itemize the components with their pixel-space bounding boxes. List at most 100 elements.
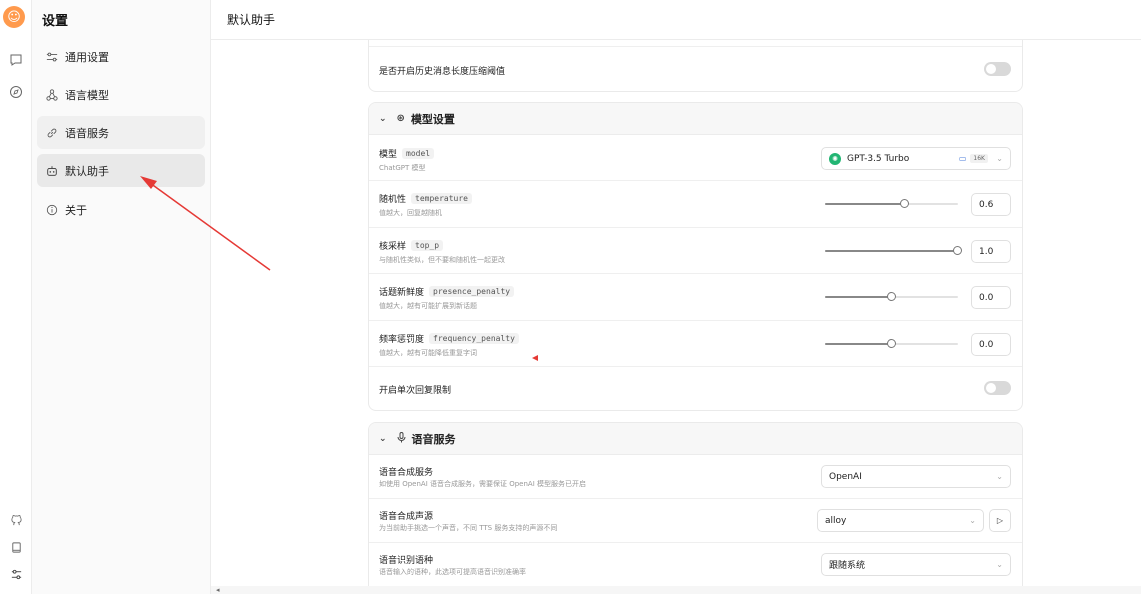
presence-penalty-input[interactable]: 0.0 — [971, 286, 1011, 309]
chevron-down-icon: ⌄ — [379, 433, 387, 444]
page-title: 默认助手 — [211, 0, 1141, 40]
sidebar-item-label: 语音服务 — [65, 126, 109, 140]
avatar-icon[interactable]: ☺ — [3, 6, 25, 28]
single-reply-limit-toggle[interactable] — [984, 381, 1011, 395]
frequency-penalty-slider[interactable] — [825, 339, 958, 348]
row-label: 核采样 — [379, 242, 407, 252]
section-title: 语音服务 — [411, 432, 456, 446]
sidebar-item-general[interactable]: 通用设置 — [37, 40, 205, 73]
model-settings-header[interactable]: ⌄ ⊛ 模型设置 — [369, 103, 1022, 135]
sliders-icon — [45, 50, 59, 64]
history-compress-row: 是否开启历史消息长度压缩阈值 — [369, 47, 1022, 91]
temperature-row: 随机性 temperature 值越大，回复越随机 0.6 — [369, 181, 1022, 228]
slider-thumb[interactable] — [887, 292, 896, 301]
model-select[interactable]: ✺ GPT-3.5 Turbo ▭ 16K ⌄ — [821, 147, 1011, 170]
param-code: model — [402, 148, 435, 159]
chevron-down-icon: ⌄ — [996, 472, 1003, 481]
slider-thumb[interactable] — [900, 199, 909, 208]
temperature-input[interactable]: 0.6 — [971, 193, 1011, 216]
row-desc: 值越大，越有可能降低重复字词 — [379, 349, 477, 357]
top-p-row: 核采样 top_p 与随机性类似，但不要和随机性一起更改 1.0 — [369, 228, 1022, 274]
sidebar-item-language-model[interactable]: 语言模型 — [37, 78, 205, 111]
select-value: OpenAI — [829, 471, 862, 482]
top-p-input[interactable]: 1.0 — [971, 240, 1011, 263]
sidebar-item-label: 关于 — [65, 203, 87, 217]
tts-voice-row: 语音合成声源 为当前助手挑选一个声音，不同 TTS 服务支持的声源不同 allo… — [369, 499, 1022, 543]
param-code: top_p — [411, 240, 444, 251]
frequency-penalty-input[interactable]: 0.0 — [971, 333, 1011, 356]
section-title: 模型设置 — [410, 112, 455, 126]
settings-content[interactable]: 是否开启历史消息长度压缩阈值 ⌄ ⊛ 模型设置 模型 model ChatGPT … — [211, 40, 1141, 586]
info-icon — [45, 203, 59, 217]
param-code: presence_penalty — [429, 286, 515, 297]
tts-service-row: 语音合成服务 如使用 OpenAI 语音合成服务，需要保证 OpenAI 模型服… — [369, 455, 1022, 499]
temperature-slider[interactable] — [825, 199, 958, 208]
sidebar-title: 设置 — [42, 14, 69, 29]
chevron-down-icon: ⌄ — [379, 113, 387, 124]
row-label: 语音合成服务 — [379, 468, 434, 478]
row-label: 语音识别语种 — [379, 556, 434, 566]
brain-icon: ⊛ — [396, 113, 405, 124]
sidebar-item-label: 默认助手 — [65, 164, 109, 178]
model-value: GPT-3.5 Turbo — [847, 153, 910, 164]
presence-penalty-slider[interactable] — [825, 292, 958, 301]
play-button[interactable]: ▷ — [989, 509, 1011, 532]
chat-icon[interactable] — [4, 48, 28, 72]
history-compress-toggle[interactable] — [984, 62, 1011, 76]
model-icon — [45, 88, 59, 102]
sidebar-item-default-assistant[interactable]: 默认助手 — [37, 154, 205, 187]
row-desc: ChatGPT 模型 — [379, 164, 426, 172]
row-label: 随机性 — [379, 195, 407, 205]
app-window: ☺ 设置 通用设置 语言模型 语音服务 默认助手 关于 默认助手 是否开启历史消… — [0, 0, 1141, 594]
row-desc: 与随机性类似，但不要和随机性一起更改 — [379, 256, 505, 264]
tts-service-select[interactable]: OpenAI ⌄ — [821, 465, 1011, 488]
model-settings-card: ⌄ ⊛ 模型设置 模型 model ChatGPT 模型 ✺ GPT-3.5 Tu… — [368, 102, 1023, 411]
history-compress-label: 是否开启历史消息长度压缩阈值 — [379, 67, 506, 77]
single-reply-limit-row: 开启单次回复限制 — [369, 367, 1022, 410]
scroll-left-icon[interactable]: ◂ — [216, 586, 220, 594]
row-desc: 如使用 OpenAI 语音合成服务，需要保证 OpenAI 模型服务已开启 — [379, 480, 586, 488]
chevron-down-icon: ⌄ — [996, 154, 1003, 163]
row-label: 开启单次回复限制 — [379, 386, 452, 396]
horizontal-scrollbar[interactable]: ◂ — [211, 586, 1141, 594]
param-code: temperature — [411, 193, 472, 204]
sidebar-item-voice-service[interactable]: 语音服务 — [37, 116, 205, 149]
presence-penalty-row: 话题新鲜度 presence_penalty 值越大，越有可能扩展到新话题 0.0 — [369, 274, 1022, 321]
select-value: alloy — [825, 515, 847, 526]
settings-icon[interactable] — [4, 562, 28, 586]
sidebar-item-about[interactable]: 关于 — [37, 193, 205, 226]
row-desc: 为当前助手挑选一个声音，不同 TTS 服务支持的声源不同 — [379, 524, 558, 532]
slider-thumb[interactable] — [953, 246, 962, 255]
param-code: frequency_penalty — [429, 333, 519, 344]
voice-service-header[interactable]: ⌄ 语音服务 — [369, 423, 1022, 455]
top-p-slider[interactable] — [825, 246, 962, 255]
history-card: 是否开启历史消息长度压缩阈值 — [368, 40, 1023, 92]
link-icon — [45, 126, 59, 140]
chevron-down-icon: ⌄ — [969, 516, 976, 525]
sidebar-item-label: 通用设置 — [65, 50, 109, 64]
stt-locale-row: 语音识别语种 语音输入的语种，此选项可提高语音识别准确率 跟随系统 ⌄ — [369, 543, 1022, 586]
chevron-down-icon: ⌄ — [996, 560, 1003, 569]
frequency-penalty-row: 频率惩罚度 frequency_penalty 值越大，越有可能降低重复字词 0.… — [369, 321, 1022, 367]
row-desc: 值越大，越有可能扩展到新话题 — [379, 302, 477, 310]
slider-thumb[interactable] — [887, 339, 896, 348]
context-icon: ▭ — [958, 154, 967, 163]
github-icon[interactable] — [4, 508, 28, 532]
compass-icon[interactable] — [4, 80, 28, 104]
sidebar-item-label: 语言模型 — [65, 88, 109, 102]
docs-icon[interactable] — [4, 535, 28, 559]
row-label: 频率惩罚度 — [379, 335, 425, 345]
mic-icon — [397, 431, 406, 446]
tts-voice-select[interactable]: alloy ⌄ — [817, 509, 984, 532]
openai-icon: ✺ — [829, 152, 841, 165]
stt-locale-select[interactable]: 跟随系统 ⌄ — [821, 553, 1011, 576]
main-panel: 默认助手 是否开启历史消息长度压缩阈值 ⌄ ⊛ 模型设置 模型 model Ch… — [211, 0, 1141, 594]
context-tag: 16K — [970, 154, 988, 163]
row-label: 模型 — [379, 150, 398, 160]
row-desc: 值越大，回复越随机 — [379, 209, 442, 217]
row-desc: 语音输入的语种，此选项可提高语音识别准确率 — [379, 568, 526, 576]
row-label: 语音合成声源 — [379, 512, 434, 522]
model-row: 模型 model ChatGPT 模型 ✺ GPT-3.5 Turbo ▭ 16K… — [369, 135, 1022, 181]
bot-icon — [45, 164, 59, 178]
voice-service-card: ⌄ 语音服务 语音合成服务 如使用 OpenAI 语音合成服务，需要保证 Ope… — [368, 422, 1023, 586]
